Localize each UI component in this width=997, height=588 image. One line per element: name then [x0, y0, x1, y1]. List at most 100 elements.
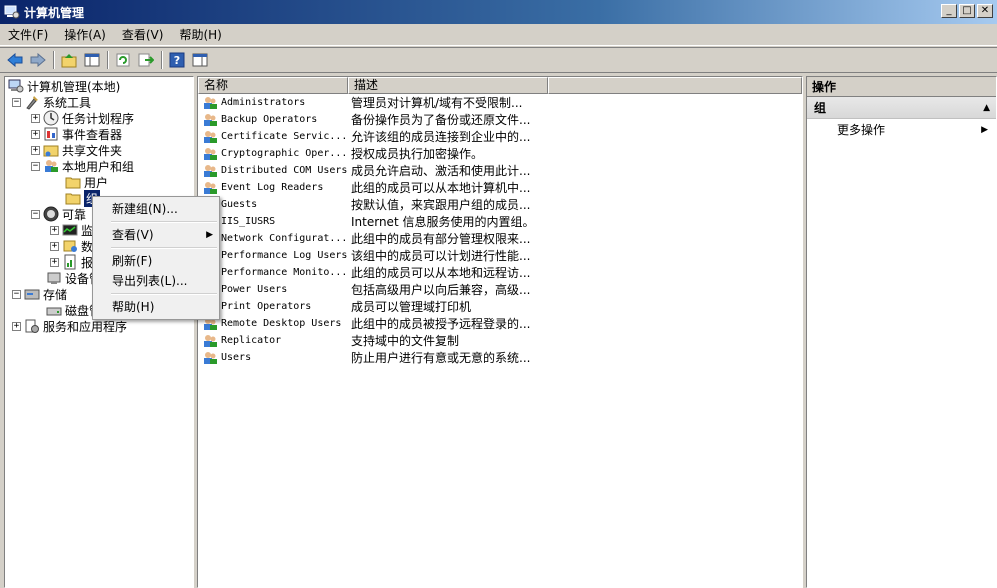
expand-toggle[interactable]: + — [31, 113, 40, 123]
tree-label: 本地用户和组 — [62, 159, 135, 174]
tree-node-services-applications[interactable]: + 服务和应用程序 — [12, 318, 127, 334]
menu-file[interactable]: 文件(F) — [0, 26, 56, 43]
menu-action[interactable]: 操作(A) — [56, 26, 114, 43]
table-row[interactable]: Power Users 包括高级用户以向后兼容，高级... — [198, 281, 530, 298]
storage-icon — [24, 286, 40, 302]
refresh-button[interactable] — [112, 49, 134, 71]
row-name-text: Users — [221, 352, 252, 363]
submenu-arrow-icon: ▶ — [206, 230, 213, 240]
collapse-toggle[interactable]: − — [31, 209, 40, 219]
shared-folder-icon — [43, 142, 59, 158]
context-menu-refresh[interactable]: 刷新(F) — [93, 250, 219, 272]
svg-text:?: ? — [174, 54, 180, 67]
tree-node-reports[interactable]: + 报 — [50, 254, 93, 270]
list-header: 名称 描述 — [198, 77, 802, 94]
row-description: 成员允许启动、激活和使用此计... — [351, 164, 531, 178]
row-name-text: Backup Operators — [221, 114, 318, 125]
table-row[interactable]: Performance Monito... 此组的成员可以从本地和远程访... — [198, 264, 530, 281]
tree-node-local-users-groups[interactable]: − 本地用户和组 — [31, 158, 134, 174]
show-hide-action-pane-button[interactable] — [189, 49, 211, 71]
tree-label: 计算机管理(本地) — [27, 79, 121, 94]
action-item-label: 更多操作 — [837, 123, 886, 137]
tree-node-storage[interactable]: − 存储 — [12, 286, 67, 302]
expand-toggle[interactable]: + — [31, 129, 40, 139]
menu-bar: 文件(F) 操作(A) 查看(V) 帮助(H) — [0, 24, 997, 46]
close-button[interactable]: ✕ — [977, 4, 993, 18]
tree-node-event-viewer[interactable]: + 事件查看器 — [31, 126, 122, 142]
action-group-groups[interactable]: 组 ▲ — [807, 97, 996, 119]
menu-help[interactable]: 帮助(H) — [171, 26, 229, 43]
menu-view[interactable]: 查看(V) — [114, 26, 172, 43]
expand-toggle[interactable]: + — [12, 321, 21, 331]
table-row[interactable]: Cryptographic Oper... 授权成员执行加密操作。 — [198, 145, 483, 162]
monitor-icon — [62, 222, 78, 238]
table-row[interactable]: Administrators 管理员对计算机/域有不受限制... — [198, 94, 523, 111]
table-row[interactable]: Certificate Servic... 允许该组的成员连接到企业中的... — [198, 128, 530, 145]
context-menu-export-list[interactable]: 导出列表(L)... — [93, 270, 219, 292]
export-list-button[interactable] — [135, 49, 157, 71]
column-header-description[interactable]: 描述 — [348, 77, 548, 94]
tree-node-monitor[interactable]: + 监 — [50, 222, 93, 238]
minimize-button[interactable]: _ — [941, 4, 957, 18]
console-tree[interactable]: 计算机管理(本地) − 系统工具 + 任务计划程序 + 事件查看器 + 共享文件… — [4, 76, 194, 588]
row-name-text: Performance Log Users — [221, 250, 348, 261]
forward-button[interactable] — [27, 49, 49, 71]
tree-node-shared-folders[interactable]: + 共享文件夹 — [31, 142, 122, 158]
title-bar[interactable]: 计算机管理 _ □ ✕ — [0, 0, 997, 24]
expand-toggle[interactable]: + — [50, 225, 59, 235]
data-icon — [62, 238, 78, 254]
row-name: Backup Operators — [198, 112, 348, 128]
back-button[interactable] — [4, 49, 26, 71]
table-row[interactable]: Replicator 支持域中的文件复制 — [198, 332, 459, 349]
action-pane: 操作 组 ▲ 更多操作 ▶ — [806, 76, 997, 588]
column-header-name[interactable]: 名称 — [198, 77, 348, 94]
row-name-text: Print Operators — [221, 301, 312, 312]
row-name: Remote Desktop Users — [198, 316, 348, 332]
collapse-toggle[interactable]: − — [31, 161, 40, 171]
group-icon — [202, 146, 218, 162]
context-menu-help[interactable]: 帮助(H) — [93, 296, 219, 318]
tree-node-computer-management[interactable]: 计算机管理(本地) — [8, 78, 120, 94]
table-row[interactable]: Users 防止用户进行有意或无意的系统... — [198, 349, 530, 366]
tree-label: 共享文件夹 — [62, 143, 123, 158]
table-row[interactable]: Distributed COM Users 成员允许启动、激活和使用此计... — [198, 162, 530, 179]
collapse-toggle[interactable]: − — [12, 97, 21, 107]
row-name: Distributed COM Users — [198, 163, 348, 179]
tree-node-task-scheduler[interactable]: + 任务计划程序 — [31, 110, 134, 126]
help-button[interactable]: ? — [166, 49, 188, 71]
up-level-button[interactable] — [58, 49, 80, 71]
tree-label: 服务和应用程序 — [43, 319, 128, 334]
tree-node-data-collector[interactable]: + 数 — [50, 238, 93, 254]
context-menu-new-group[interactable]: 新建组(N)... — [93, 198, 219, 220]
row-name-text: Administrators — [221, 97, 306, 108]
expand-toggle[interactable]: + — [50, 257, 59, 267]
expand-toggle[interactable]: + — [31, 145, 40, 155]
tree-label: 系统工具 — [43, 95, 92, 110]
menu-item-label: 查看(V) — [112, 228, 154, 242]
table-row[interactable]: Network Configurat... 此组中的成员有部分管理权限来... — [198, 230, 530, 247]
row-name: Network Configurat... — [198, 231, 348, 247]
row-description: Internet 信息服务使用的内置组。 — [351, 215, 535, 229]
group-icon — [202, 180, 218, 196]
table-row[interactable]: Backup Operators 备份操作员为了备份或还原文件... — [198, 111, 530, 128]
row-name-text: Event Log Readers — [221, 182, 324, 193]
row-name: Cryptographic Oper... — [198, 146, 348, 162]
collapse-up-icon[interactable]: ▲ — [983, 97, 990, 119]
action-more-actions[interactable]: 更多操作 ▶ — [807, 119, 996, 141]
expand-toggle[interactable]: + — [50, 241, 59, 251]
maximize-button[interactable]: □ — [959, 4, 975, 18]
table-row[interactable]: Remote Desktop Users 此组中的成员被授予远程登录的... — [198, 315, 530, 332]
action-pane-title: 操作 — [807, 77, 996, 97]
table-row[interactable]: Guests 按默认值，来宾跟用户组的成员... — [198, 196, 530, 213]
show-hide-tree-button[interactable] — [81, 49, 103, 71]
context-menu-view[interactable]: 查看(V) ▶ — [93, 224, 219, 246]
table-row[interactable]: IIS_IUSRS Internet 信息服务使用的内置组。 — [198, 213, 534, 230]
collapse-toggle[interactable]: − — [12, 289, 21, 299]
tree-node-system-tools[interactable]: − 系统工具 — [12, 94, 91, 110]
tree-node-users[interactable]: 用户 — [65, 174, 108, 190]
tree-node-reliability[interactable]: − 可靠 — [31, 206, 86, 222]
group-list[interactable]: 名称 描述 Administrators 管理员对计算机/域有不受限制... Bac… — [197, 76, 803, 588]
table-row[interactable]: Event Log Readers 此组的成员可以从本地计算机中... — [198, 179, 530, 196]
table-row[interactable]: Performance Log Users 该组中的成员可以计划进行性能... — [198, 247, 530, 264]
table-row[interactable]: Print Operators 成员可以管理域打印机 — [198, 298, 471, 315]
